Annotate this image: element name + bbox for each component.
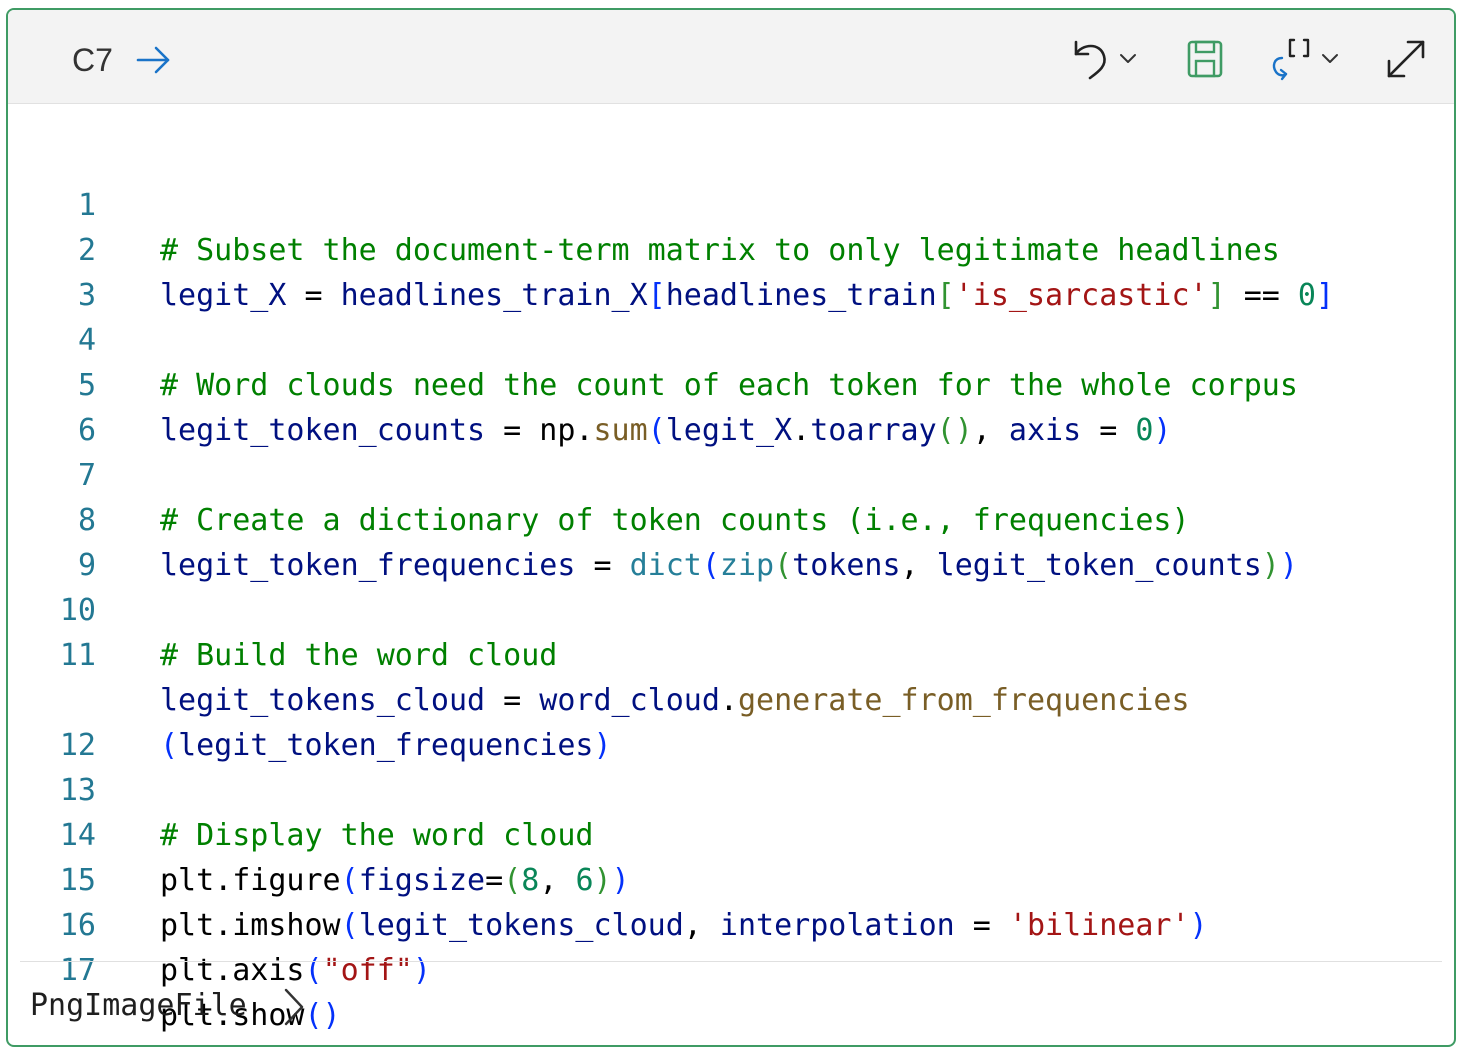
code-line: 10 # Build the word cloud xyxy=(8,543,1454,673)
code-line: 4 # Word clouds need the count of each t… xyxy=(8,273,1454,403)
code-line: 11 legit_tokens_cloud = word_cloud.gener… xyxy=(8,588,1454,763)
code-line: 14 plt.figure(figsize=(8, 6)) xyxy=(8,768,1454,898)
code-line: 17 plt.show() xyxy=(8,903,1454,1033)
code-line: 8 legit_token_frequencies = dict(zip(tok… xyxy=(8,453,1454,583)
chevron-right-icon[interactable] xyxy=(280,986,306,1028)
code-line: 1 # Subset the document-term matrix to o… xyxy=(8,138,1454,268)
code-token: ( xyxy=(304,953,323,988)
output-divider xyxy=(20,961,1442,962)
code-token: plt xyxy=(160,953,215,988)
code-token: () xyxy=(304,998,341,1033)
expand-button[interactable] xyxy=(1384,36,1428,84)
code-line: 16 plt.axis("off") xyxy=(8,858,1454,988)
code-line: 12 xyxy=(8,678,1454,763)
save-icon xyxy=(1187,40,1223,78)
chevron-down-icon xyxy=(1120,54,1136,63)
code-line: 7 # Create a dictionary of token counts … xyxy=(8,408,1454,538)
expand-icon xyxy=(1387,40,1425,78)
output-label[interactable]: PngImageFile xyxy=(30,986,247,1026)
arrow-right-icon[interactable] xyxy=(134,40,174,80)
cell-id-label: C7 xyxy=(72,42,113,78)
code-line: 15 plt.imshow(legit_tokens_cloud, interp… xyxy=(8,813,1454,943)
code-token: "off" xyxy=(322,953,413,988)
cell-header: C7 xyxy=(8,10,1454,104)
code-token: axis xyxy=(232,953,305,988)
code-token: ) xyxy=(412,953,431,988)
undo-button[interactable] xyxy=(1070,36,1140,84)
code-line: 2 legit_X = headlines_train_X[headlines_… xyxy=(8,183,1454,313)
line-number: 11 xyxy=(59,638,96,673)
save-button[interactable] xyxy=(1186,36,1226,84)
variable-explorer-icon xyxy=(1272,38,1310,81)
code-line: 13 # Display the word cloud xyxy=(8,723,1454,853)
code-line: 5 legit_token_counts = np.sum(legit_X.to… xyxy=(8,318,1454,448)
variable-explorer-button[interactable] xyxy=(1266,36,1346,84)
code-line: 6 xyxy=(8,363,1454,448)
code-line: 9 xyxy=(8,498,1454,583)
code-token: . xyxy=(214,953,233,988)
undo-icon xyxy=(1074,40,1106,80)
code-line: 3 xyxy=(8,228,1454,313)
chevron-down-icon xyxy=(1322,54,1338,63)
code-editor[interactable]: 1 # Subset the document-term matrix to o… xyxy=(8,138,1454,1033)
notebook-cell[interactable]: C7 1 # Subset the document-term matrix t… xyxy=(6,8,1456,1047)
